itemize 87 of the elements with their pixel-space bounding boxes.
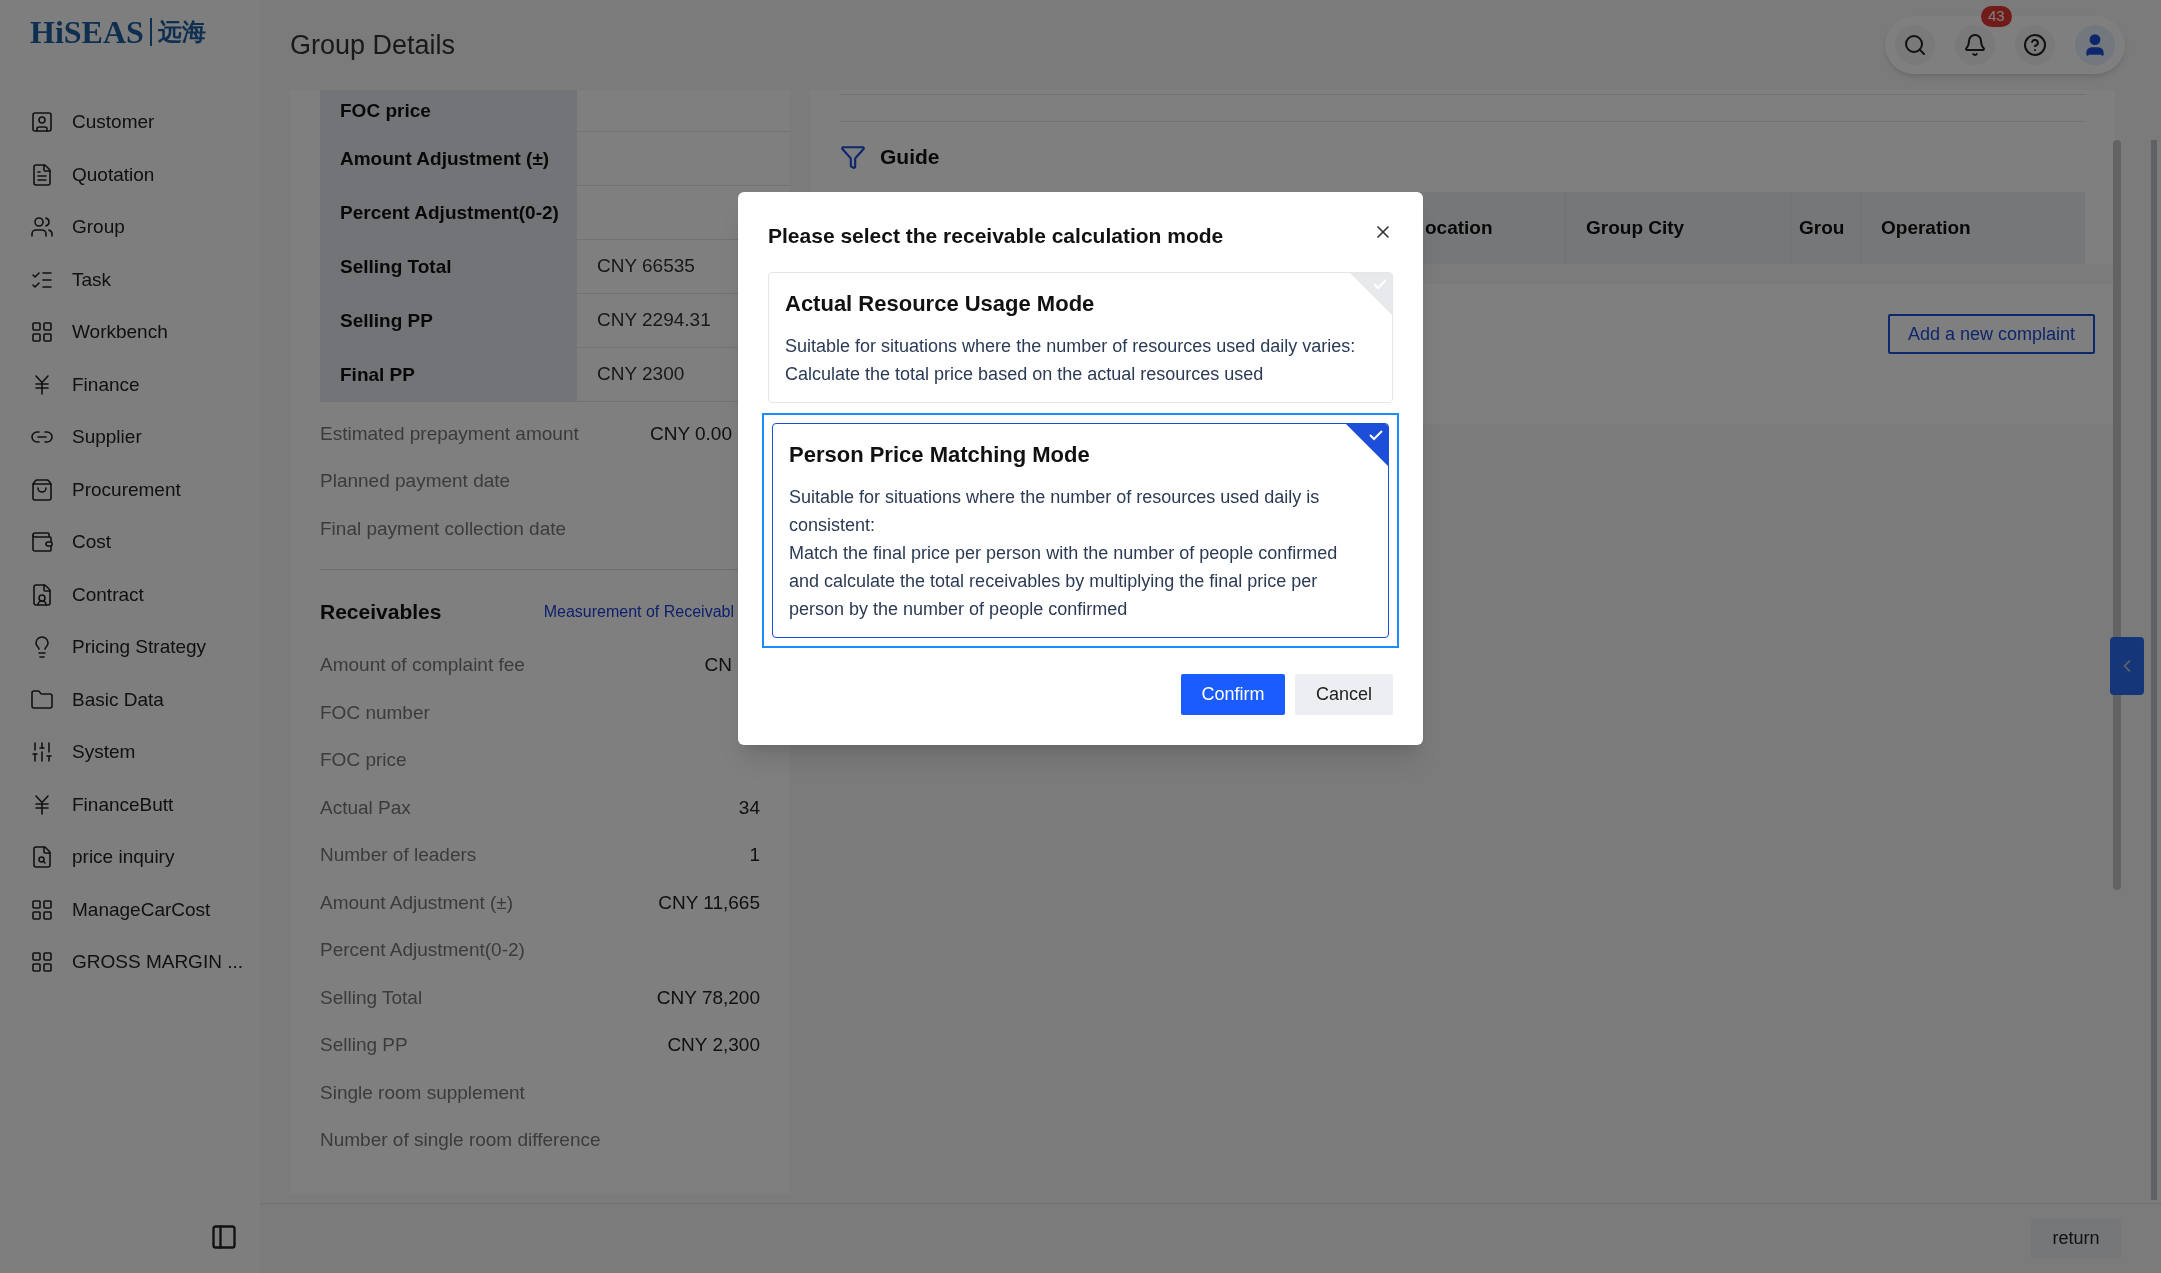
sidebar-item[interactable]: ManageCarCost xyxy=(0,883,260,936)
table-header-cell: Amount Adjustment (±) xyxy=(320,132,577,186)
field-label: Actual Pax xyxy=(320,795,411,820)
contract-icon xyxy=(30,582,54,607)
field-label: Amount Adjustment (±) xyxy=(320,890,514,915)
sidebar-item[interactable]: Cost xyxy=(0,516,260,569)
people-icon xyxy=(30,215,54,240)
collapse-sidebar-icon[interactable] xyxy=(210,1223,238,1251)
table-header-cell: FOC price xyxy=(320,90,577,132)
notification-button[interactable] xyxy=(1955,25,1995,65)
sidebar-item[interactable]: GROSS MARGIN ... xyxy=(0,936,260,989)
user-avatar[interactable] xyxy=(2075,25,2115,65)
field-value: CN xyxy=(704,653,732,677)
option-title: Person Price Matching Mode xyxy=(789,440,1091,469)
grid-icon xyxy=(30,320,54,345)
field-label: Selling PP xyxy=(320,1033,408,1057)
grid-icon xyxy=(30,950,54,975)
side-panel-toggle[interactable] xyxy=(2110,637,2144,695)
field-value: 1 xyxy=(749,843,760,867)
mode-option[interactable]: Actual Resource Usage Mode Suitable for situations where the number of resources used daily varies: Calculate the total price based on the actual resources used xyxy=(768,271,1393,403)
logo: HiSEAS 远海 xyxy=(30,16,206,48)
table-header-cell: Selling Total xyxy=(320,240,577,294)
guide-icon xyxy=(840,144,866,170)
grid-icon xyxy=(30,897,54,922)
sidebar-item[interactable]: FinanceButt xyxy=(0,778,260,831)
table-header-cell: Selling PP xyxy=(320,294,577,348)
sidebar-item[interactable]: Procurement xyxy=(0,463,260,516)
help-button[interactable] xyxy=(2015,25,2055,65)
bag-icon xyxy=(30,477,54,502)
sliders-icon xyxy=(30,740,54,765)
field-label: Estimated prepayment amount xyxy=(320,421,579,446)
column-header: Group City xyxy=(1565,192,1790,264)
field-label: Percent Adjustment(0-2) xyxy=(320,938,525,962)
file-search-icon xyxy=(30,845,54,870)
add-complaint-button[interactable]: Add a new complaint xyxy=(1887,314,2095,354)
measurement-link[interactable]: Measurement of Receivabl xyxy=(543,599,734,624)
cancel-button[interactable]: Cancel xyxy=(1295,673,1393,715)
column-header: Operation xyxy=(1860,192,2085,264)
field-label: Number of single room difference xyxy=(320,1128,601,1152)
section-title: Receivables xyxy=(320,598,442,625)
table-header-cell: Final PP xyxy=(320,348,577,402)
field-label: FOC price xyxy=(320,748,407,772)
field-value: CNY 78,200 xyxy=(656,985,760,1010)
confirm-button[interactable]: Confirm xyxy=(1181,673,1285,715)
check-corner-icon xyxy=(1346,423,1388,466)
scrollbar[interactable] xyxy=(2113,140,2121,890)
sidebar-item[interactable]: System xyxy=(0,726,260,779)
return-button[interactable]: return xyxy=(2031,1218,2121,1259)
sidebar-item[interactable]: Contract xyxy=(0,568,260,621)
sidebar-item[interactable]: Finance xyxy=(0,358,260,411)
sidebar-item[interactable]: Pricing Strategy xyxy=(0,621,260,674)
search-icon xyxy=(1903,33,1927,57)
folder-icon xyxy=(30,687,54,712)
field-value: CNY 11,665 xyxy=(658,890,760,915)
sidebar-item[interactable]: Basic Data xyxy=(0,673,260,726)
sidebar-item[interactable]: Task xyxy=(0,253,260,306)
scrollbar[interactable] xyxy=(2151,140,2157,1200)
page-title: Group Details xyxy=(290,28,456,62)
sidebar-item[interactable]: Quotation xyxy=(0,148,260,201)
sidebar-item[interactable]: Customer xyxy=(0,96,260,149)
table-header-cell: Percent Adjustment(0-2) xyxy=(320,186,577,240)
search-button[interactable] xyxy=(1895,25,1935,65)
bell-icon xyxy=(1963,33,1987,57)
field-value: CNY 2,300 xyxy=(667,1033,760,1057)
sidebar-item[interactable]: Workbench xyxy=(0,306,260,359)
section-title: Guide xyxy=(880,144,940,171)
field-value: 34 xyxy=(738,795,760,820)
field-label: Single room supplement xyxy=(320,1080,525,1105)
field-value: CNY 0.00 xyxy=(649,421,732,446)
help-icon xyxy=(2023,33,2047,57)
column-header: Grou xyxy=(1790,192,1860,264)
notification-badge: 43 xyxy=(1981,6,2012,27)
option-description: Suitable for situations where the number of resources used daily is consistent: Match the final price per person with the number of people confirmed and calculate the total receivables by multiplying the final price per person by the number of people confirmed xyxy=(789,485,1339,621)
field-label: Selling Total xyxy=(320,985,423,1010)
mode-option[interactable] xyxy=(762,412,1399,648)
wallet-icon xyxy=(30,530,54,555)
document-icon xyxy=(30,162,54,187)
field-label: FOC number xyxy=(320,700,430,725)
sidebar-item[interactable]: Supplier xyxy=(0,411,260,464)
contact-card-icon xyxy=(30,110,54,135)
sidebar-item[interactable]: price inquiry xyxy=(0,831,260,884)
check-corner-icon xyxy=(1350,272,1392,315)
field-label: Planned payment date xyxy=(320,469,511,493)
field-label: Amount of complaint fee xyxy=(320,653,525,677)
field-label: Number of leaders xyxy=(320,843,477,867)
sidebar-item[interactable]: Group xyxy=(0,201,260,254)
field-label: Final payment collection date xyxy=(320,516,567,541)
